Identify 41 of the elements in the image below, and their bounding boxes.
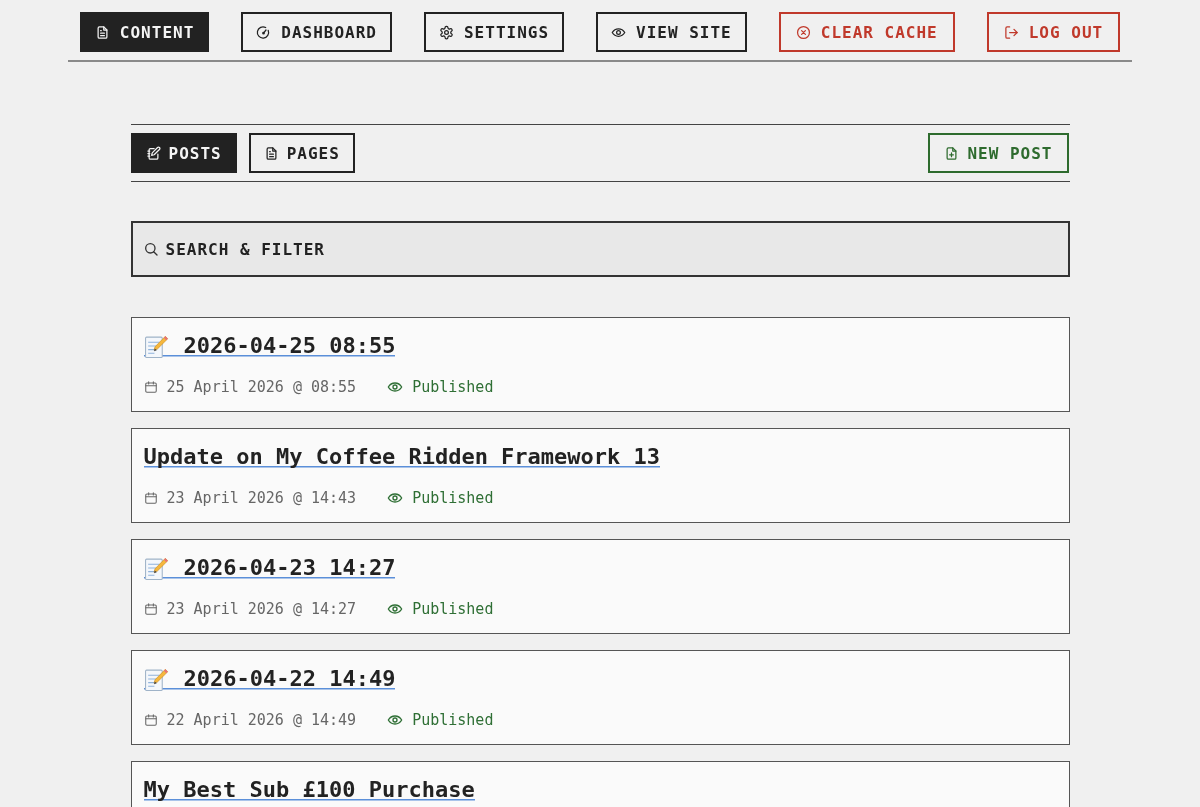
search-filter-toggle[interactable]: SEARCH & FILTER <box>130 221 1070 277</box>
post-title-link[interactable]: Update on My Coffee Ridden Framework 13 <box>143 444 661 470</box>
post-title-link[interactable]: 2026-04-25 08:55 <box>143 333 396 359</box>
nav-tab[interactable]: SETTINGS <box>424 12 565 52</box>
clear-cache-button[interactable]: CLEAR CACHE <box>778 12 955 52</box>
post-title-link[interactable]: 2026-04-22 14:49 <box>143 666 396 692</box>
post-status: Published <box>412 488 494 508</box>
memo-pencil-icon <box>143 666 169 692</box>
settings-icon <box>439 24 454 40</box>
file-plus-icon <box>944 145 960 161</box>
eye-icon <box>387 490 404 506</box>
memo-pencil-icon <box>143 333 169 359</box>
section-tab[interactable]: PAGES <box>248 133 355 173</box>
post-date: 22 April 2026 @ 14:49 <box>166 710 357 730</box>
eye-icon <box>387 712 404 728</box>
post-status: Published <box>412 377 494 397</box>
post-status: Published <box>412 710 494 730</box>
new-post-button[interactable]: NEW POST <box>928 133 1069 173</box>
eye-icon <box>387 379 404 395</box>
nav-tab[interactable]: DASHBOARD <box>241 12 392 52</box>
nav-tab[interactable]: VIEW SITE <box>596 12 747 52</box>
post-date: 23 April 2026 @ 14:43 <box>166 488 357 508</box>
nav-tab[interactable]: CONTENT <box>79 12 210 52</box>
post-title-link[interactable]: 2026-04-23 14:27 <box>143 555 396 581</box>
calendar-icon <box>143 380 158 394</box>
document-icon <box>94 24 110 40</box>
log-out-button[interactable]: LOG OUT <box>986 12 1121 52</box>
notepad-pencil-icon <box>145 145 161 161</box>
calendar-icon <box>143 713 158 727</box>
x-circle-icon <box>795 24 811 40</box>
section-tab[interactable]: POSTS <box>130 133 237 173</box>
calendar-icon <box>143 602 158 616</box>
post-status: Published <box>412 599 494 619</box>
document-icon <box>263 145 279 161</box>
memo-pencil-icon <box>143 555 169 581</box>
eye-icon <box>387 601 404 617</box>
gauge-icon <box>256 24 272 40</box>
search-icon <box>142 241 159 257</box>
post-date: 25 April 2026 @ 08:55 <box>166 377 357 397</box>
calendar-icon <box>143 491 158 505</box>
post-date: 23 April 2026 @ 14:27 <box>166 599 357 619</box>
